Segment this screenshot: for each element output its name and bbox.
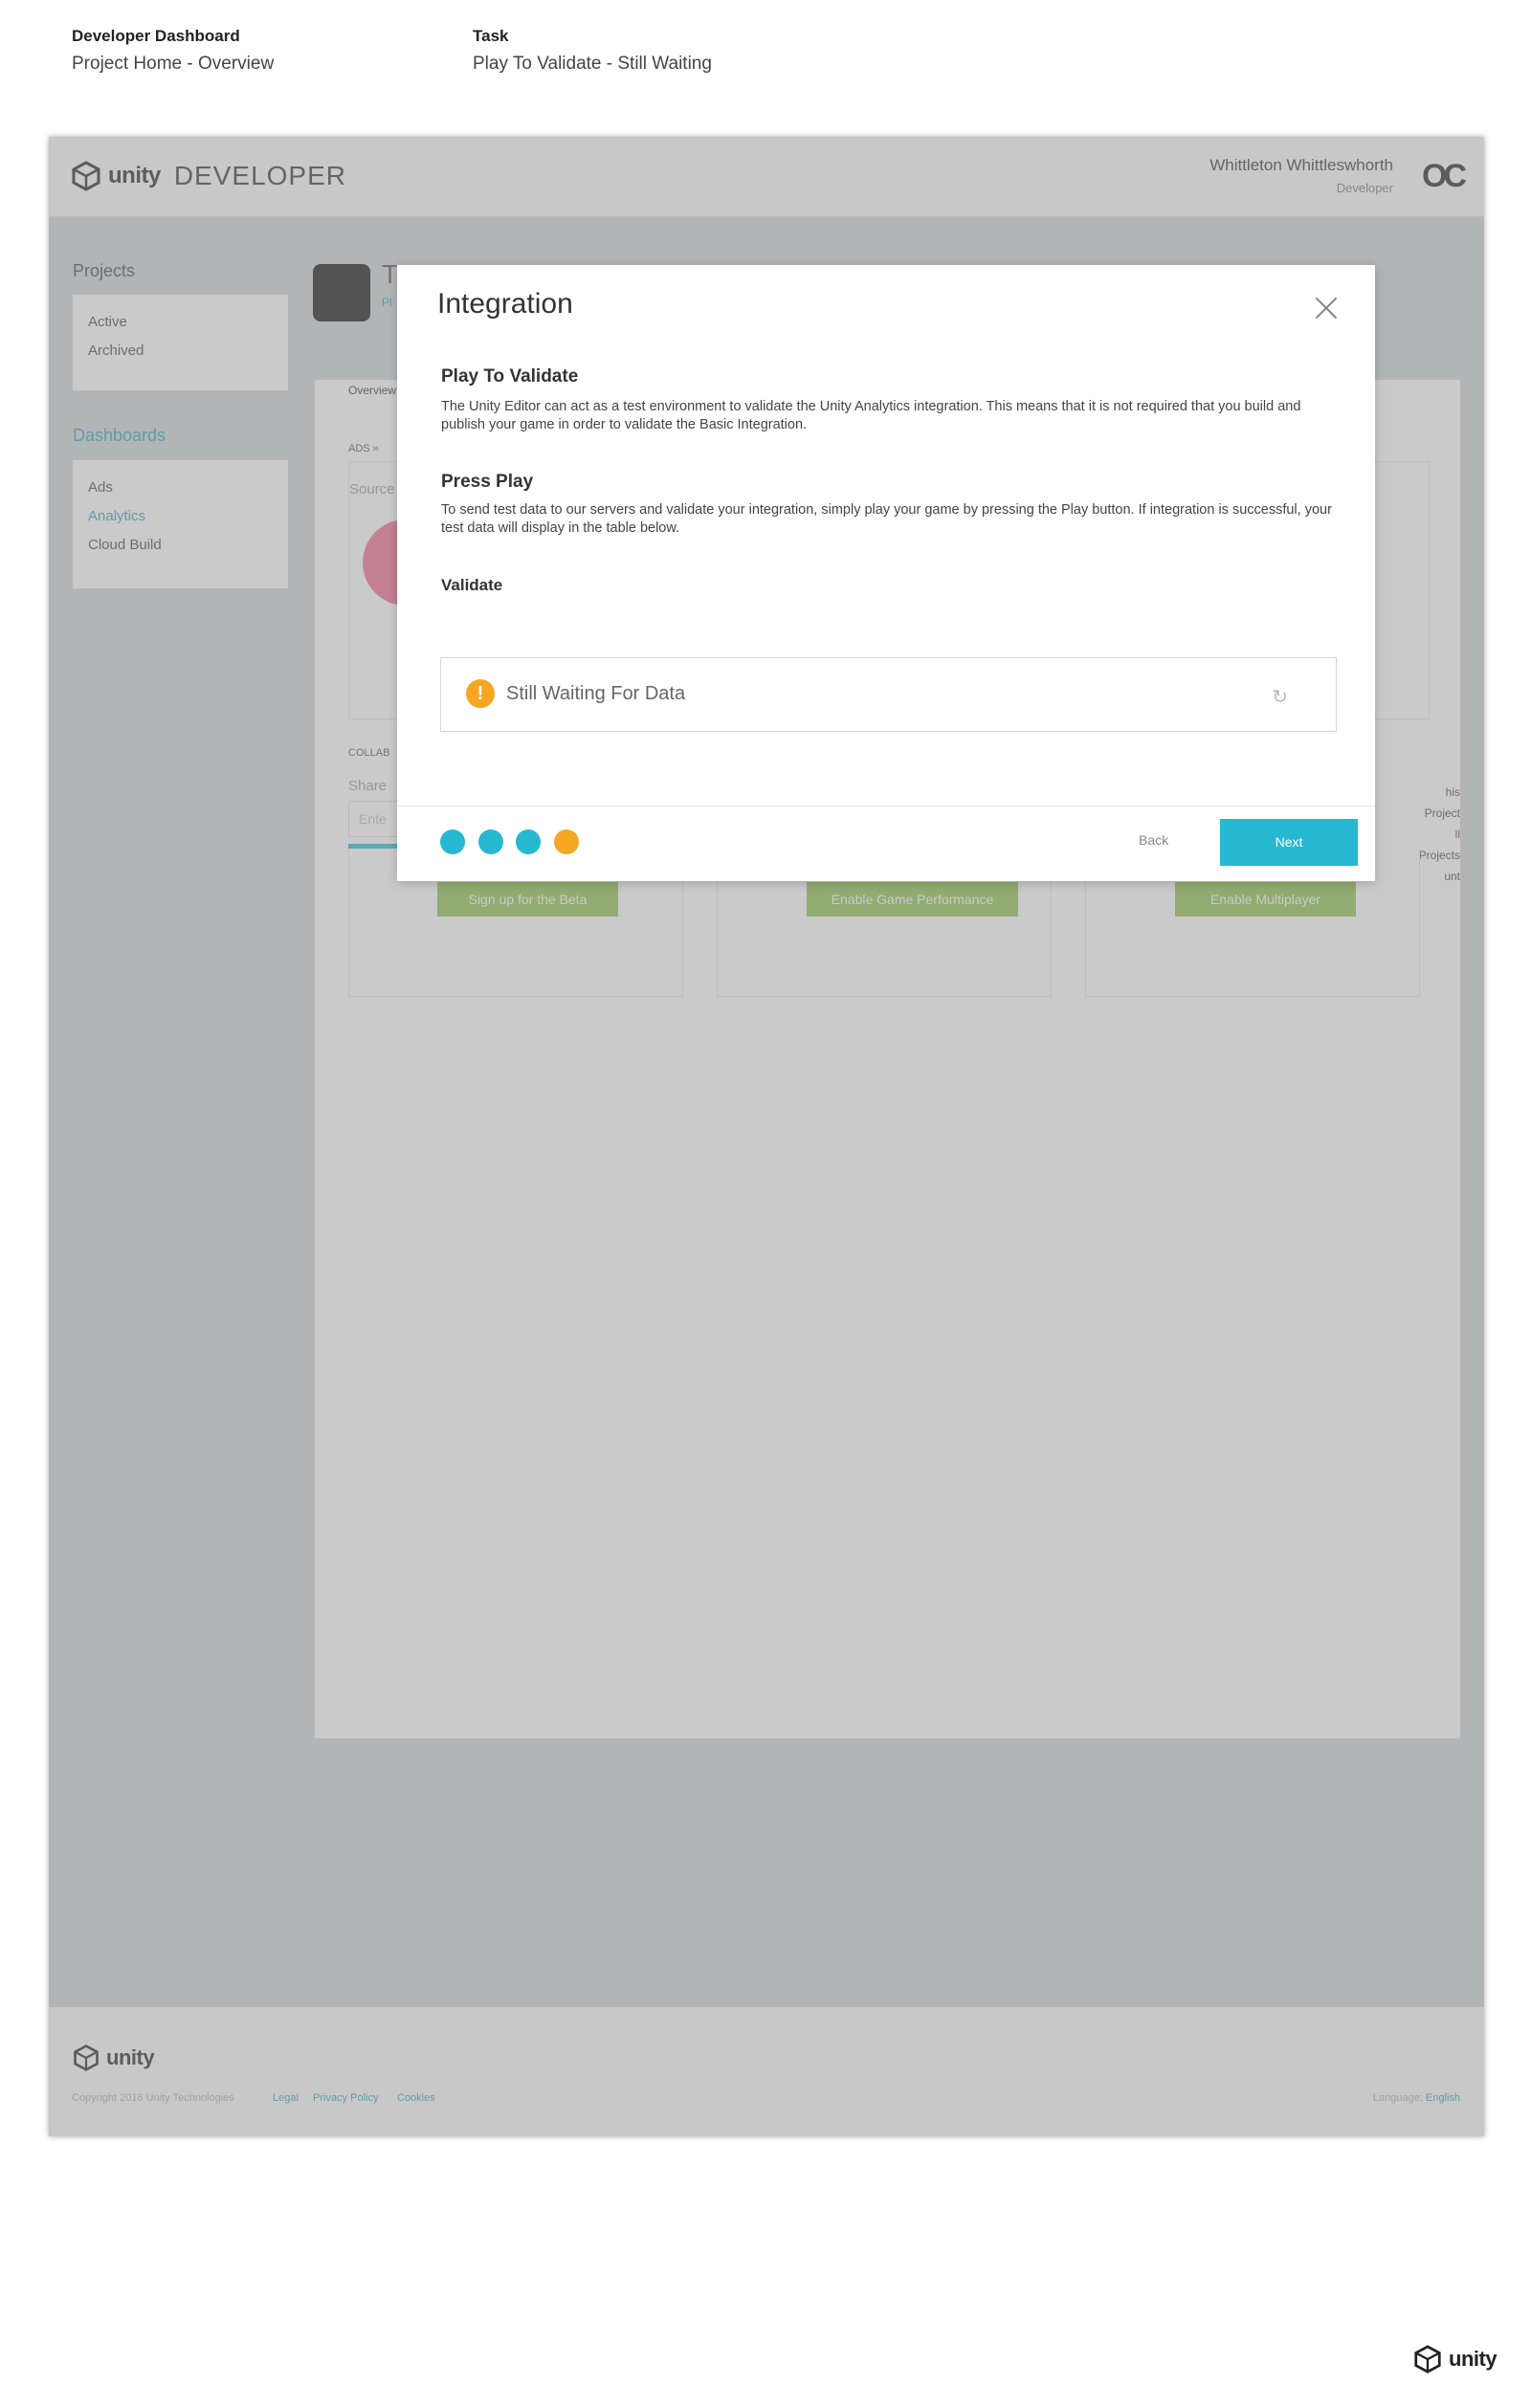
status-text: Still Waiting For Data — [506, 683, 686, 704]
avatar[interactable]: OC — [1422, 158, 1467, 195]
footer: unity Copyright 2016 Unity Technologies … — [49, 2007, 1484, 2136]
unity-cube-icon — [74, 2044, 99, 2071]
next-button[interactable]: Next — [1220, 819, 1358, 866]
collab-link-this-project[interactable]: his Project — [1415, 782, 1460, 824]
enable-multiplayer-button[interactable]: Enable Multiplayer — [1175, 882, 1356, 917]
spec-screen-value: Project Home - Overview — [72, 54, 275, 74]
sidebar-projects-title: Projects — [73, 261, 136, 280]
user-name[interactable]: Whittleton Whittleswhorth — [1209, 156, 1393, 175]
language-label: Language: — [1372, 2092, 1423, 2104]
project-subtitle: Pl — [382, 296, 392, 309]
sidebar-projects-list: Active Archived — [73, 295, 288, 390]
step-dot-4 — [554, 829, 579, 854]
share-label: Share — [348, 778, 388, 794]
unity-logo[interactable]: unity DEVELOPER — [70, 160, 346, 192]
sidebar-dashboards-title[interactable]: Dashboards — [73, 426, 166, 446]
section-title-play-to-validate: Play To Validate — [441, 366, 579, 387]
top-bar: unity DEVELOPER Whittleton Whittleswhort… — [49, 137, 1484, 217]
warning-icon: ! — [466, 679, 495, 708]
section-text-press-play: To send test data to our servers and val… — [441, 502, 1332, 536]
unity-cube-icon — [1414, 2345, 1441, 2374]
footer-unity-logo[interactable]: unity — [72, 2043, 155, 2072]
copyright: Copyright 2016 Unity Technologies — [72, 2092, 234, 2104]
spec-task-label: Task — [473, 27, 509, 45]
unity-cube-icon — [72, 161, 100, 191]
section-text-play-to-validate: The Unity Editor can act as a test envir… — [441, 399, 1301, 432]
project-title: T — [382, 259, 399, 289]
avatar-initials: OC — [1422, 158, 1467, 194]
integration-modal: Integration Play To Validate The Unity E… — [397, 265, 1375, 881]
collab-label: COLLAB — [348, 747, 390, 759]
project-icon — [313, 264, 370, 321]
footer-logo-wordmark: unity — [106, 2045, 155, 2069]
sidebar-item-ads[interactable]: Ads — [88, 474, 273, 502]
app-frame: unity DEVELOPER Whittleton Whittleswhort… — [49, 137, 1484, 2136]
sidebar-item-active[interactable]: Active — [88, 308, 273, 337]
step-dot-2 — [478, 829, 503, 854]
footer-link-privacy[interactable]: Privacy Policy — [313, 2092, 378, 2104]
sidebar-item-analytics[interactable]: Analytics — [88, 502, 273, 531]
footer-link-cookies[interactable]: Cookies — [397, 2092, 435, 2104]
footer-link-legal[interactable]: Legal — [273, 2092, 299, 2104]
step-dot-3 — [516, 829, 541, 854]
ads-section-label: ADS » — [348, 443, 379, 454]
validation-status-box: ! Still Waiting For Data ↻ — [440, 657, 1337, 732]
collab-links: his Project ll Projects unt — [1415, 782, 1460, 887]
section-title-press-play: Press Play — [441, 472, 534, 492]
user-role: Developer — [1336, 181, 1393, 195]
section-title-validate: Validate — [441, 576, 503, 594]
spec-task-value: Play To Validate - Still Waiting — [473, 54, 712, 74]
step-dot-1 — [440, 829, 465, 854]
collab-link-account[interactable]: unt — [1415, 866, 1460, 887]
sign-up-beta-button[interactable]: Sign up for the Beta — [437, 882, 618, 917]
logo-wordmark: unity — [108, 163, 161, 188]
back-button[interactable]: Back — [1139, 832, 1168, 848]
sidebar-item-archived[interactable]: Archived — [88, 337, 273, 365]
ads-label: ADS — [348, 443, 370, 454]
sidebar-dashboards-list: Ads Analytics Cloud Build — [73, 460, 288, 588]
collab-link-all-projects[interactable]: ll Projects — [1415, 824, 1460, 866]
source-label: Source — [349, 481, 395, 497]
sidebar-item-cloud-build[interactable]: Cloud Build — [88, 531, 273, 560]
spec-screen-label: Developer Dashboard — [72, 27, 240, 45]
enable-game-performance-button[interactable]: Enable Game Performance — [807, 882, 1018, 917]
close-icon[interactable] — [1314, 296, 1339, 320]
refresh-icon[interactable]: ↻ — [1272, 685, 1288, 709]
product-name: DEVELOPER — [173, 161, 346, 190]
modal-title: Integration — [437, 288, 573, 320]
tab-overview[interactable]: Overview — [348, 384, 396, 397]
page-logo-wordmark: unity — [1449, 2347, 1498, 2371]
page-unity-logo: unity — [1412, 2344, 1498, 2375]
language-selector[interactable]: Language: English — [1373, 2092, 1460, 2104]
language-value: English — [1425, 2092, 1460, 2104]
